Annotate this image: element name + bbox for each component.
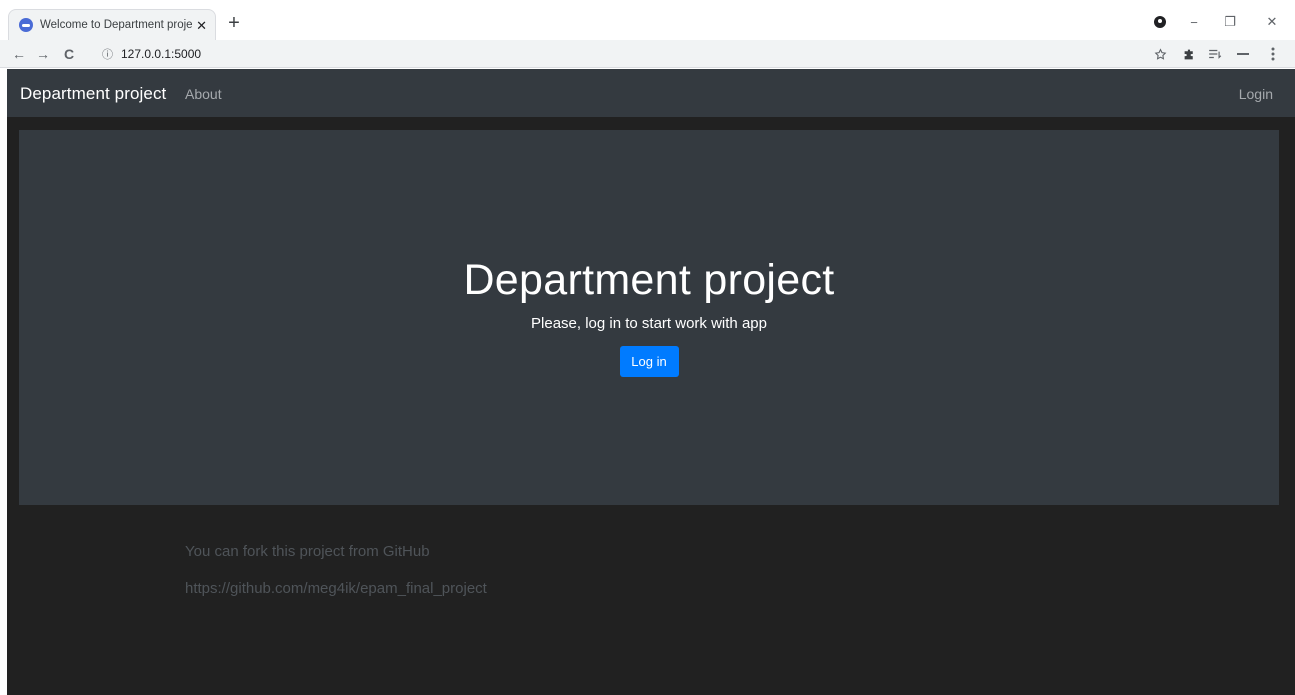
bookmark-star-icon[interactable]	[1149, 43, 1171, 65]
tab-title: Welcome to Department project	[40, 19, 193, 31]
address-url[interactable]: 127.0.0.1:5000	[121, 47, 201, 61]
nav-link-about[interactable]: About	[185, 86, 222, 102]
reading-list-icon[interactable]	[1204, 43, 1226, 65]
browser-window: Welcome to Department project ✕ + − ❐ ✕ …	[0, 0, 1295, 695]
tab-close-icon[interactable]: ✕	[196, 19, 207, 32]
jumbotron-lead: Please, log in to start work with app	[531, 315, 767, 332]
nav-link-login[interactable]: Login	[1239, 86, 1273, 102]
tab-strip: Welcome to Department project ✕ + − ❐ ✕	[0, 0, 1295, 40]
browser-tab[interactable]: Welcome to Department project ✕	[8, 9, 216, 40]
reload-button[interactable]: C	[58, 43, 80, 65]
site-favicon-icon	[19, 18, 33, 32]
menu-icon[interactable]	[1262, 43, 1284, 65]
log-in-button[interactable]: Log in	[619, 346, 679, 377]
forward-button[interactable]: →	[32, 43, 54, 65]
address-bar[interactable]: ⓘ 127.0.0.1:5000	[102, 43, 1142, 65]
new-tab-button[interactable]: +	[222, 11, 246, 35]
footer-fork-text: You can fork this project from GitHub	[185, 543, 430, 560]
site-info-icon[interactable]: ⓘ	[102, 46, 113, 62]
jumbotron-title: Department project	[463, 256, 835, 304]
window-minimize-button[interactable]: −	[1182, 10, 1206, 34]
footer-github-link[interactable]: https://github.com/meg4ik/epam_final_pro…	[185, 580, 487, 597]
jumbotron: Department project Please, log in to sta…	[19, 130, 1279, 505]
back-button[interactable]: ←	[8, 43, 30, 65]
window-close-button[interactable]: ✕	[1260, 10, 1284, 34]
profile-icon[interactable]	[1148, 10, 1172, 34]
window-restore-button[interactable]: ❐	[1218, 10, 1242, 34]
extensions-puzzle-icon[interactable]	[1178, 43, 1200, 65]
browser-toolbar: ← → C ⓘ 127.0.0.1:5000	[0, 40, 1295, 68]
navbar: Department project About Login	[7, 69, 1295, 117]
web-page: Department project About Login Departmen…	[7, 69, 1295, 695]
navbar-brand[interactable]: Department project	[20, 84, 166, 104]
minimize-icon[interactable]	[1232, 43, 1254, 65]
